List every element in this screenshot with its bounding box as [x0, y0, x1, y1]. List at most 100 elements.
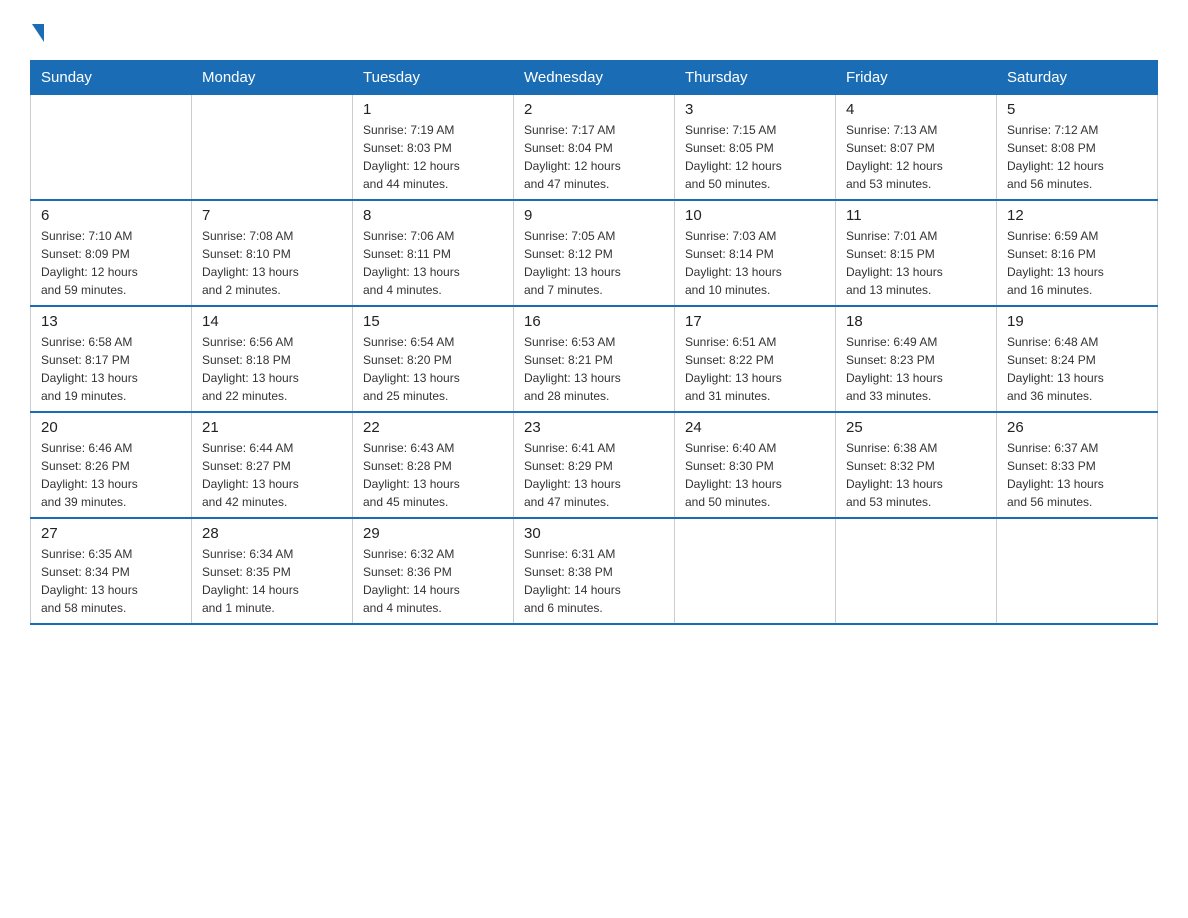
- calendar-cell: 30Sunrise: 6:31 AM Sunset: 8:38 PM Dayli…: [514, 518, 675, 624]
- calendar-cell: 5 Sunrise: 7:12 AM Sunset: 8:08 PM Daylig…: [997, 95, 1158, 201]
- calendar-week-row: 27Sunrise: 6:35 AM Sunset: 8:34 PM Dayli…: [31, 518, 1158, 624]
- day-number: 21: [202, 419, 342, 436]
- day-number: 10: [685, 207, 825, 224]
- day-number: 2: [524, 101, 664, 118]
- calendar-cell: 22 Sunrise: 6:43 AM Sunset: 8:28 PM Dayli…: [353, 412, 514, 518]
- day-number: 13: [41, 313, 181, 330]
- weekday-header-wednesday: Wednesday: [514, 61, 675, 95]
- calendar-cell: 18 Sunrise: 6:49 AM Sunset: 8:23 PM Dayli…: [836, 306, 997, 412]
- day-detail: Sunrise: 6:37 AM Sunset: 8:33 PM Dayligh…: [1007, 439, 1147, 511]
- calendar-table: SundayMondayTuesdayWednesdayThursdayFrid…: [30, 60, 1158, 625]
- calendar-cell: 11 Sunrise: 7:01 AM Sunset: 8:15 PM Dayli…: [836, 200, 997, 306]
- day-detail: Sunrise: 6:56 AM Sunset: 8:18 PM Dayligh…: [202, 333, 342, 405]
- calendar-cell: 1 Sunrise: 7:19 AM Sunset: 8:03 PM Daylig…: [353, 95, 514, 201]
- day-detail: Sunrise: 7:08 AM Sunset: 8:10 PM Dayligh…: [202, 227, 342, 299]
- calendar-cell: 29 Sunrise: 6:32 AM Sunset: 8:36 PM Dayli…: [353, 518, 514, 624]
- calendar-cell: 20 Sunrise: 6:46 AM Sunset: 8:26 PM Dayli…: [31, 412, 192, 518]
- day-detail: Sunrise: 6:51 AM Sunset: 8:22 PM Dayligh…: [685, 333, 825, 405]
- day-number: 8: [363, 207, 503, 224]
- calendar-cell: 17 Sunrise: 6:51 AM Sunset: 8:22 PM Dayli…: [675, 306, 836, 412]
- day-number: 17: [685, 313, 825, 330]
- day-number: 4: [846, 101, 986, 118]
- calendar-cell: [31, 95, 192, 201]
- day-detail: Sunrise: 6:43 AM Sunset: 8:28 PM Dayligh…: [363, 439, 503, 511]
- calendar-cell: 7 Sunrise: 7:08 AM Sunset: 8:10 PM Daylig…: [192, 200, 353, 306]
- day-detail: Sunrise: 6:34 AM Sunset: 8:35 PM Dayligh…: [202, 545, 342, 617]
- day-detail: Sunrise: 7:05 AM Sunset: 8:12 PM Dayligh…: [524, 227, 664, 299]
- calendar-cell: 28 Sunrise: 6:34 AM Sunset: 8:35 PM Dayli…: [192, 518, 353, 624]
- day-detail: Sunrise: 7:01 AM Sunset: 8:15 PM Dayligh…: [846, 227, 986, 299]
- calendar-week-row: 6Sunrise: 7:10 AM Sunset: 8:09 PM Daylig…: [31, 200, 1158, 306]
- calendar-header: SundayMondayTuesdayWednesdayThursdayFrid…: [31, 61, 1158, 95]
- day-detail: Sunrise: 7:12 AM Sunset: 8:08 PM Dayligh…: [1007, 121, 1147, 193]
- day-number: 23: [524, 419, 664, 436]
- calendar-week-row: 1 Sunrise: 7:19 AM Sunset: 8:03 PM Daylig…: [31, 95, 1158, 201]
- day-detail: Sunrise: 6:44 AM Sunset: 8:27 PM Dayligh…: [202, 439, 342, 511]
- calendar-cell: 2 Sunrise: 7:17 AM Sunset: 8:04 PM Daylig…: [514, 95, 675, 201]
- day-detail: Sunrise: 6:48 AM Sunset: 8:24 PM Dayligh…: [1007, 333, 1147, 405]
- calendar-cell: 3 Sunrise: 7:15 AM Sunset: 8:05 PM Daylig…: [675, 95, 836, 201]
- calendar-cell: 12 Sunrise: 6:59 AM Sunset: 8:16 PM Dayli…: [997, 200, 1158, 306]
- day-number: 29: [363, 525, 503, 542]
- calendar-cell: 24 Sunrise: 6:40 AM Sunset: 8:30 PM Dayli…: [675, 412, 836, 518]
- day-number: 16: [524, 313, 664, 330]
- day-detail: Sunrise: 6:49 AM Sunset: 8:23 PM Dayligh…: [846, 333, 986, 405]
- day-number: 25: [846, 419, 986, 436]
- calendar-cell: 21 Sunrise: 6:44 AM Sunset: 8:27 PM Dayli…: [192, 412, 353, 518]
- calendar-cell: 9 Sunrise: 7:05 AM Sunset: 8:12 PM Daylig…: [514, 200, 675, 306]
- weekday-header-monday: Monday: [192, 61, 353, 95]
- logo: [30, 20, 44, 42]
- calendar-cell: 10 Sunrise: 7:03 AM Sunset: 8:14 PM Dayli…: [675, 200, 836, 306]
- day-detail: Sunrise: 6:40 AM Sunset: 8:30 PM Dayligh…: [685, 439, 825, 511]
- day-number: 18: [846, 313, 986, 330]
- day-number: 30: [524, 525, 664, 542]
- day-number: 7: [202, 207, 342, 224]
- weekday-header-friday: Friday: [836, 61, 997, 95]
- day-number: 22: [363, 419, 503, 436]
- day-number: 24: [685, 419, 825, 436]
- day-number: 9: [524, 207, 664, 224]
- day-detail: Sunrise: 6:38 AM Sunset: 8:32 PM Dayligh…: [846, 439, 986, 511]
- day-detail: Sunrise: 6:53 AM Sunset: 8:21 PM Dayligh…: [524, 333, 664, 405]
- calendar-cell: 26Sunrise: 6:37 AM Sunset: 8:33 PM Dayli…: [997, 412, 1158, 518]
- day-detail: Sunrise: 6:54 AM Sunset: 8:20 PM Dayligh…: [363, 333, 503, 405]
- weekday-header-saturday: Saturday: [997, 61, 1158, 95]
- day-detail: Sunrise: 7:19 AM Sunset: 8:03 PM Dayligh…: [363, 121, 503, 193]
- day-detail: Sunrise: 6:46 AM Sunset: 8:26 PM Dayligh…: [41, 439, 181, 511]
- calendar-week-row: 13 Sunrise: 6:58 AM Sunset: 8:17 PM Dayli…: [31, 306, 1158, 412]
- calendar-cell: 13 Sunrise: 6:58 AM Sunset: 8:17 PM Dayli…: [31, 306, 192, 412]
- day-detail: Sunrise: 7:03 AM Sunset: 8:14 PM Dayligh…: [685, 227, 825, 299]
- day-detail: Sunrise: 6:32 AM Sunset: 8:36 PM Dayligh…: [363, 545, 503, 617]
- calendar-cell: 23 Sunrise: 6:41 AM Sunset: 8:29 PM Dayli…: [514, 412, 675, 518]
- calendar-cell: 16 Sunrise: 6:53 AM Sunset: 8:21 PM Dayli…: [514, 306, 675, 412]
- calendar-cell: 19Sunrise: 6:48 AM Sunset: 8:24 PM Dayli…: [997, 306, 1158, 412]
- calendar-cell: 6Sunrise: 7:10 AM Sunset: 8:09 PM Daylig…: [31, 200, 192, 306]
- day-detail: Sunrise: 7:15 AM Sunset: 8:05 PM Dayligh…: [685, 121, 825, 193]
- day-number: 3: [685, 101, 825, 118]
- calendar-body: 1 Sunrise: 7:19 AM Sunset: 8:03 PM Daylig…: [31, 95, 1158, 625]
- weekday-header-sunday: Sunday: [31, 61, 192, 95]
- day-number: 1: [363, 101, 503, 118]
- page-header: [30, 20, 1158, 42]
- day-number: 20: [41, 419, 181, 436]
- day-detail: Sunrise: 6:35 AM Sunset: 8:34 PM Dayligh…: [41, 545, 181, 617]
- calendar-cell: 15 Sunrise: 6:54 AM Sunset: 8:20 PM Dayli…: [353, 306, 514, 412]
- calendar-cell: 14Sunrise: 6:56 AM Sunset: 8:18 PM Dayli…: [192, 306, 353, 412]
- day-detail: Sunrise: 6:41 AM Sunset: 8:29 PM Dayligh…: [524, 439, 664, 511]
- day-number: 28: [202, 525, 342, 542]
- calendar-cell: [192, 95, 353, 201]
- calendar-cell: [997, 518, 1158, 624]
- day-number: 15: [363, 313, 503, 330]
- day-detail: Sunrise: 7:17 AM Sunset: 8:04 PM Dayligh…: [524, 121, 664, 193]
- calendar-cell: 4 Sunrise: 7:13 AM Sunset: 8:07 PM Daylig…: [836, 95, 997, 201]
- day-number: 5: [1007, 101, 1147, 118]
- day-number: 12: [1007, 207, 1147, 224]
- weekday-header-tuesday: Tuesday: [353, 61, 514, 95]
- weekday-header-row: SundayMondayTuesdayWednesdayThursdayFrid…: [31, 61, 1158, 95]
- day-number: 11: [846, 207, 986, 224]
- day-detail: Sunrise: 6:59 AM Sunset: 8:16 PM Dayligh…: [1007, 227, 1147, 299]
- calendar-cell: [675, 518, 836, 624]
- day-detail: Sunrise: 7:13 AM Sunset: 8:07 PM Dayligh…: [846, 121, 986, 193]
- day-detail: Sunrise: 6:58 AM Sunset: 8:17 PM Dayligh…: [41, 333, 181, 405]
- day-number: 6: [41, 207, 181, 224]
